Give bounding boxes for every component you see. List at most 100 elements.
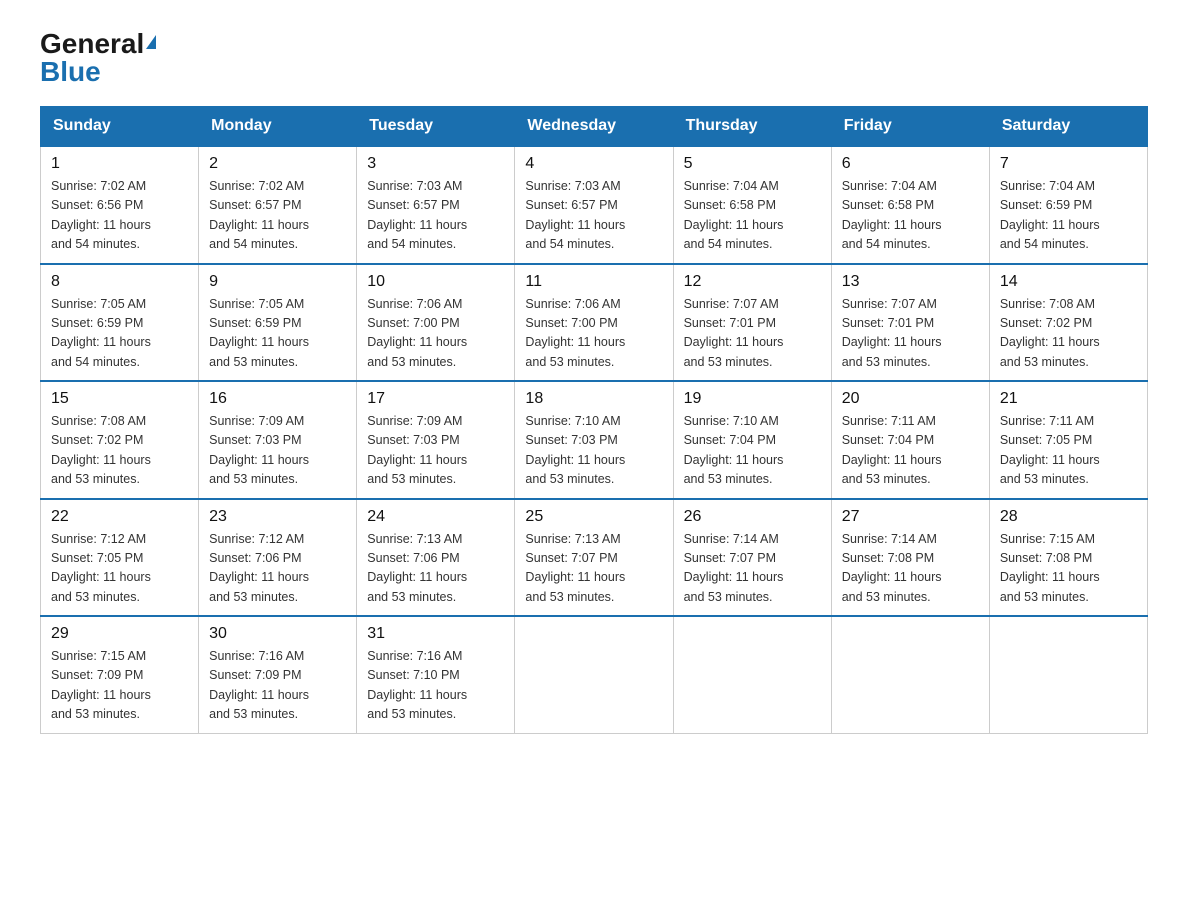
day-number: 17 xyxy=(367,390,504,408)
calendar-cell: 20 Sunrise: 7:11 AMSunset: 7:04 PMDaylig… xyxy=(831,381,989,499)
day-number: 31 xyxy=(367,625,504,643)
day-info: Sunrise: 7:13 AMSunset: 7:07 PMDaylight:… xyxy=(525,532,625,604)
day-info: Sunrise: 7:04 AMSunset: 6:59 PMDaylight:… xyxy=(1000,179,1100,251)
day-info: Sunrise: 7:02 AMSunset: 6:57 PMDaylight:… xyxy=(209,179,309,251)
day-number: 1 xyxy=(51,155,188,173)
week-row-5: 29 Sunrise: 7:15 AMSunset: 7:09 PMDaylig… xyxy=(41,616,1148,733)
logo-blue-text: Blue xyxy=(40,56,101,87)
day-number: 8 xyxy=(51,273,188,291)
day-info: Sunrise: 7:15 AMSunset: 7:08 PMDaylight:… xyxy=(1000,532,1100,604)
day-number: 10 xyxy=(367,273,504,291)
day-number: 23 xyxy=(209,508,346,526)
day-number: 9 xyxy=(209,273,346,291)
day-number: 3 xyxy=(367,155,504,173)
calendar-cell: 27 Sunrise: 7:14 AMSunset: 7:08 PMDaylig… xyxy=(831,499,989,617)
day-number: 4 xyxy=(525,155,662,173)
calendar-cell: 19 Sunrise: 7:10 AMSunset: 7:04 PMDaylig… xyxy=(673,381,831,499)
calendar-cell xyxy=(989,616,1147,733)
day-number: 20 xyxy=(842,390,979,408)
day-number: 26 xyxy=(684,508,821,526)
calendar-cell: 12 Sunrise: 7:07 AMSunset: 7:01 PMDaylig… xyxy=(673,264,831,382)
calendar-cell: 23 Sunrise: 7:12 AMSunset: 7:06 PMDaylig… xyxy=(199,499,357,617)
calendar-cell: 22 Sunrise: 7:12 AMSunset: 7:05 PMDaylig… xyxy=(41,499,199,617)
day-info: Sunrise: 7:10 AMSunset: 7:03 PMDaylight:… xyxy=(525,414,625,486)
day-number: 11 xyxy=(525,273,662,291)
day-number: 7 xyxy=(1000,155,1137,173)
day-info: Sunrise: 7:04 AMSunset: 6:58 PMDaylight:… xyxy=(842,179,942,251)
day-number: 30 xyxy=(209,625,346,643)
day-info: Sunrise: 7:07 AMSunset: 7:01 PMDaylight:… xyxy=(684,297,784,369)
column-header-wednesday: Wednesday xyxy=(515,107,673,147)
day-number: 24 xyxy=(367,508,504,526)
calendar-cell: 5 Sunrise: 7:04 AMSunset: 6:58 PMDayligh… xyxy=(673,146,831,264)
day-number: 2 xyxy=(209,155,346,173)
calendar-cell: 8 Sunrise: 7:05 AMSunset: 6:59 PMDayligh… xyxy=(41,264,199,382)
day-number: 28 xyxy=(1000,508,1137,526)
calendar-cell: 2 Sunrise: 7:02 AMSunset: 6:57 PMDayligh… xyxy=(199,146,357,264)
day-number: 5 xyxy=(684,155,821,173)
day-info: Sunrise: 7:11 AMSunset: 7:04 PMDaylight:… xyxy=(842,414,942,486)
day-number: 25 xyxy=(525,508,662,526)
calendar-cell: 24 Sunrise: 7:13 AMSunset: 7:06 PMDaylig… xyxy=(357,499,515,617)
day-info: Sunrise: 7:07 AMSunset: 7:01 PMDaylight:… xyxy=(842,297,942,369)
column-header-saturday: Saturday xyxy=(989,107,1147,147)
calendar-cell: 14 Sunrise: 7:08 AMSunset: 7:02 PMDaylig… xyxy=(989,264,1147,382)
day-info: Sunrise: 7:05 AMSunset: 6:59 PMDaylight:… xyxy=(51,297,151,369)
calendar-cell xyxy=(831,616,989,733)
day-info: Sunrise: 7:08 AMSunset: 7:02 PMDaylight:… xyxy=(1000,297,1100,369)
day-info: Sunrise: 7:03 AMSunset: 6:57 PMDaylight:… xyxy=(367,179,467,251)
day-number: 18 xyxy=(525,390,662,408)
day-info: Sunrise: 7:14 AMSunset: 7:08 PMDaylight:… xyxy=(842,532,942,604)
calendar-cell xyxy=(515,616,673,733)
calendar-cell: 31 Sunrise: 7:16 AMSunset: 7:10 PMDaylig… xyxy=(357,616,515,733)
logo: General Blue xyxy=(40,30,156,86)
day-info: Sunrise: 7:04 AMSunset: 6:58 PMDaylight:… xyxy=(684,179,784,251)
calendar-cell: 1 Sunrise: 7:02 AMSunset: 6:56 PMDayligh… xyxy=(41,146,199,264)
column-header-thursday: Thursday xyxy=(673,107,831,147)
day-number: 29 xyxy=(51,625,188,643)
column-header-friday: Friday xyxy=(831,107,989,147)
calendar-cell: 15 Sunrise: 7:08 AMSunset: 7:02 PMDaylig… xyxy=(41,381,199,499)
day-info: Sunrise: 7:03 AMSunset: 6:57 PMDaylight:… xyxy=(525,179,625,251)
calendar-cell: 28 Sunrise: 7:15 AMSunset: 7:08 PMDaylig… xyxy=(989,499,1147,617)
day-number: 6 xyxy=(842,155,979,173)
calendar-cell: 11 Sunrise: 7:06 AMSunset: 7:00 PMDaylig… xyxy=(515,264,673,382)
calendar-cell: 25 Sunrise: 7:13 AMSunset: 7:07 PMDaylig… xyxy=(515,499,673,617)
week-row-2: 8 Sunrise: 7:05 AMSunset: 6:59 PMDayligh… xyxy=(41,264,1148,382)
day-info: Sunrise: 7:10 AMSunset: 7:04 PMDaylight:… xyxy=(684,414,784,486)
calendar-cell: 7 Sunrise: 7:04 AMSunset: 6:59 PMDayligh… xyxy=(989,146,1147,264)
day-info: Sunrise: 7:12 AMSunset: 7:05 PMDaylight:… xyxy=(51,532,151,604)
calendar-cell: 13 Sunrise: 7:07 AMSunset: 7:01 PMDaylig… xyxy=(831,264,989,382)
day-info: Sunrise: 7:05 AMSunset: 6:59 PMDaylight:… xyxy=(209,297,309,369)
calendar-cell: 21 Sunrise: 7:11 AMSunset: 7:05 PMDaylig… xyxy=(989,381,1147,499)
day-info: Sunrise: 7:09 AMSunset: 7:03 PMDaylight:… xyxy=(367,414,467,486)
calendar-cell: 9 Sunrise: 7:05 AMSunset: 6:59 PMDayligh… xyxy=(199,264,357,382)
day-info: Sunrise: 7:11 AMSunset: 7:05 PMDaylight:… xyxy=(1000,414,1100,486)
page-header: General Blue xyxy=(40,30,1148,86)
calendar-cell: 18 Sunrise: 7:10 AMSunset: 7:03 PMDaylig… xyxy=(515,381,673,499)
calendar-header-row: SundayMondayTuesdayWednesdayThursdayFrid… xyxy=(41,107,1148,147)
day-number: 15 xyxy=(51,390,188,408)
calendar-cell: 29 Sunrise: 7:15 AMSunset: 7:09 PMDaylig… xyxy=(41,616,199,733)
calendar-cell: 4 Sunrise: 7:03 AMSunset: 6:57 PMDayligh… xyxy=(515,146,673,264)
day-info: Sunrise: 7:16 AMSunset: 7:10 PMDaylight:… xyxy=(367,649,467,721)
calendar-cell: 30 Sunrise: 7:16 AMSunset: 7:09 PMDaylig… xyxy=(199,616,357,733)
day-info: Sunrise: 7:16 AMSunset: 7:09 PMDaylight:… xyxy=(209,649,309,721)
day-info: Sunrise: 7:09 AMSunset: 7:03 PMDaylight:… xyxy=(209,414,309,486)
calendar-cell: 6 Sunrise: 7:04 AMSunset: 6:58 PMDayligh… xyxy=(831,146,989,264)
week-row-3: 15 Sunrise: 7:08 AMSunset: 7:02 PMDaylig… xyxy=(41,381,1148,499)
logo-general: General xyxy=(40,28,144,59)
calendar-cell: 17 Sunrise: 7:09 AMSunset: 7:03 PMDaylig… xyxy=(357,381,515,499)
day-info: Sunrise: 7:08 AMSunset: 7:02 PMDaylight:… xyxy=(51,414,151,486)
logo-triangle-icon xyxy=(146,35,156,49)
week-row-1: 1 Sunrise: 7:02 AMSunset: 6:56 PMDayligh… xyxy=(41,146,1148,264)
day-info: Sunrise: 7:06 AMSunset: 7:00 PMDaylight:… xyxy=(525,297,625,369)
day-info: Sunrise: 7:13 AMSunset: 7:06 PMDaylight:… xyxy=(367,532,467,604)
calendar-cell xyxy=(673,616,831,733)
day-info: Sunrise: 7:15 AMSunset: 7:09 PMDaylight:… xyxy=(51,649,151,721)
day-number: 21 xyxy=(1000,390,1137,408)
calendar-table: SundayMondayTuesdayWednesdayThursdayFrid… xyxy=(40,106,1148,734)
logo-text: General Blue xyxy=(40,30,156,86)
week-row-4: 22 Sunrise: 7:12 AMSunset: 7:05 PMDaylig… xyxy=(41,499,1148,617)
day-info: Sunrise: 7:14 AMSunset: 7:07 PMDaylight:… xyxy=(684,532,784,604)
